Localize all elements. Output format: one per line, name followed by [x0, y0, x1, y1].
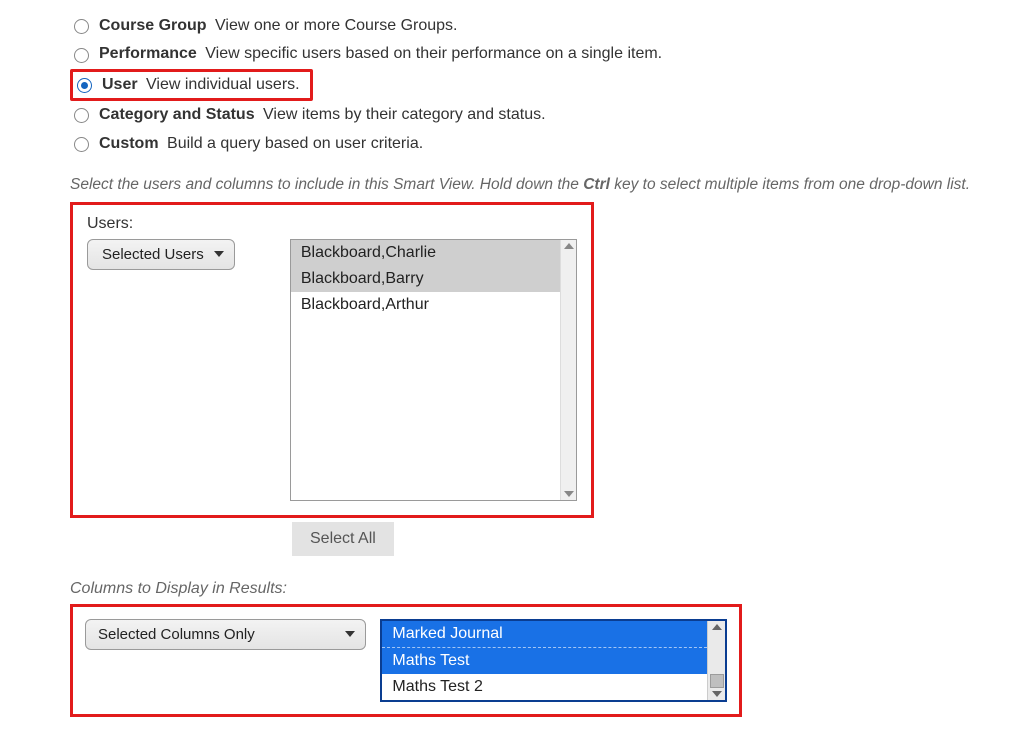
- radio-desc: Build a query based on user criteria.: [167, 135, 423, 152]
- users-dropdown-value: Selected Users: [102, 246, 204, 263]
- users-label: Users:: [87, 215, 577, 233]
- radio-category-status[interactable]: Category and Status View items by their …: [70, 101, 1024, 129]
- radio-desc: View specific users based on their perfo…: [205, 45, 662, 62]
- radio-label-wrap: Custom Build a query based on user crite…: [99, 133, 423, 155]
- instruction-text: Select the users and columns to include …: [70, 176, 1024, 194]
- columns-section-highlight: Selected Columns Only Marked Journal Mat…: [70, 604, 742, 717]
- radio-icon: [77, 78, 92, 93]
- radio-title: Custom: [99, 135, 159, 152]
- columns-dropdown[interactable]: Selected Columns Only: [85, 619, 366, 650]
- scroll-down-icon[interactable]: [564, 491, 574, 497]
- radio-icon: [74, 137, 89, 152]
- users-section-highlight: Users: Selected Users Blackboard,Charlie…: [70, 202, 594, 518]
- users-option-charlie[interactable]: Blackboard,Charlie: [291, 240, 560, 266]
- radio-title: Course Group: [99, 17, 207, 34]
- instruction-post: key to select multiple items from one dr…: [610, 176, 970, 193]
- radio-performance[interactable]: Performance View specific users based on…: [70, 40, 1024, 68]
- radio-label-wrap: Category and Status View items by their …: [99, 104, 546, 126]
- chevron-down-icon: [345, 631, 355, 637]
- columns-option-marked-journal[interactable]: Marked Journal: [382, 621, 707, 648]
- users-option-arthur[interactable]: Blackboard,Arthur: [291, 292, 560, 318]
- radio-user-highlight: User View individual users.: [70, 69, 313, 101]
- scroll-up-icon[interactable]: [564, 243, 574, 249]
- columns-section-label: Columns to Display in Results:: [70, 580, 1024, 598]
- users-dropdown[interactable]: Selected Users: [87, 239, 235, 270]
- columns-option-maths-test-2[interactable]: Maths Test 2: [382, 674, 707, 700]
- scroll-thumb[interactable]: [710, 674, 724, 688]
- radio-user[interactable]: User View individual users.: [77, 74, 300, 96]
- radio-icon: [74, 108, 89, 123]
- instruction-key: Ctrl: [583, 176, 610, 193]
- radio-desc: View one or more Course Groups.: [215, 17, 457, 34]
- radio-icon: [74, 19, 89, 34]
- users-listbox[interactable]: Blackboard,Charlie Blackboard,Barry Blac…: [290, 239, 577, 501]
- radio-title: Performance: [99, 45, 197, 62]
- radio-label-wrap: Performance View specific users based on…: [99, 43, 662, 65]
- users-scrollbar[interactable]: [560, 240, 576, 500]
- scroll-down-icon[interactable]: [712, 691, 722, 697]
- columns-scrollbar[interactable]: [707, 621, 725, 700]
- radio-label-wrap: Course Group View one or more Course Gro…: [99, 15, 458, 37]
- chevron-down-icon: [214, 251, 224, 257]
- users-option-barry[interactable]: Blackboard,Barry: [291, 266, 560, 292]
- radio-label-wrap: User View individual users.: [102, 74, 300, 96]
- columns-dropdown-value: Selected Columns Only: [98, 626, 255, 643]
- radio-course-group[interactable]: Course Group View one or more Course Gro…: [70, 12, 1024, 40]
- columns-option-maths-test[interactable]: Maths Test: [382, 648, 707, 674]
- instruction-pre: Select the users and columns to include …: [70, 176, 583, 193]
- radio-icon: [74, 48, 89, 63]
- view-type-radio-group: Course Group View one or more Course Gro…: [70, 12, 1024, 158]
- scroll-up-icon[interactable]: [712, 624, 722, 630]
- radio-title: User: [102, 76, 138, 93]
- select-all-button[interactable]: Select All: [292, 522, 394, 556]
- columns-listbox[interactable]: Marked Journal Maths Test Maths Test 2: [380, 619, 727, 702]
- radio-title: Category and Status: [99, 106, 255, 123]
- radio-desc: View items by their category and status.: [263, 106, 546, 123]
- radio-desc: View individual users.: [146, 76, 300, 93]
- radio-custom[interactable]: Custom Build a query based on user crite…: [70, 130, 1024, 158]
